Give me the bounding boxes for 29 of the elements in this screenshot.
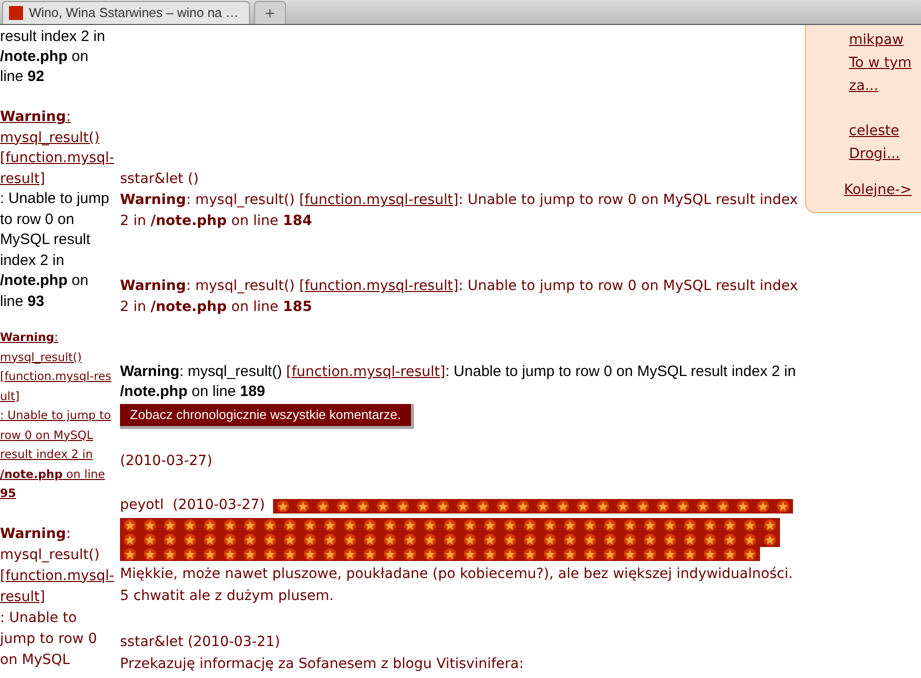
comment-text: Przekazuję informację za Sofanesem z blogu Vitisvinifera: (120, 655, 525, 674)
php-warning-message: Warning: mysql_result() [function.mysql-result] : Unable to jump to row 0 on MySQL result index 2 in /note.php on line 95 (0, 328, 115, 504)
comment-excerpt-link[interactable]: Drogi... (849, 143, 921, 166)
function-link[interactable]: [function.mysql-result] (0, 566, 115, 608)
comment-author-link[interactable]: celeste (849, 120, 921, 143)
more-comments-link[interactable]: Kolejne-> (844, 180, 921, 201)
function-link[interactable]: [function.mysql-result] (299, 278, 458, 294)
php-warning-message: Warning: mysql_result() [function.mysql-result]: Unable to jump to row 0 on MySQL result index 2 in /note.php on line 184 (120, 191, 799, 231)
all-comments-button[interactable]: Zobacz chronologicznie wszystkie komentarze. (120, 404, 414, 428)
function-link[interactable]: [function.mysql-result] (299, 192, 458, 208)
comment-author: peyotl (2010-03-27) (120, 496, 265, 514)
function-link[interactable]: [function.mysql-result] (286, 364, 446, 380)
php-warning-message: Warning: mysql_result() [function.mysql-result] : Unable to jump to row 0 on MySQL (0, 524, 115, 670)
comment-author: sstar&let (2010-03-21) (120, 633, 282, 652)
php-warning-message: Warning: mysql_result() [function.mysql-result]: Unable to jump to row 0 on MySQL result index 2 in /note.php on line 189 (120, 362, 797, 402)
comment-excerpt-link[interactable]: To w tym (849, 52, 921, 75)
comment-excerpt-link[interactable]: za... (849, 75, 921, 98)
php-warning-message: Warning: mysql_result() [function.mysql-result] : Unable to jump to row 0 on MySQL result index 2 in /note.php on line 93 (0, 108, 115, 312)
function-link[interactable]: [function.mysql-result] (0, 367, 115, 406)
site-icon (9, 6, 23, 20)
php-warning-message: result index 2 in /note.php on line 92 (0, 27, 106, 87)
browser-tab[interactable]: Wino, Wina Sstarwines – wino na … (2, 1, 250, 24)
comment-author: sstar&let () (120, 170, 200, 189)
comment-text: Miękkie, może nawet pluszowe, poukładane (po kobiecemu?), ale bez większej indywidualności. 5 chwatit ale z dużym plusem. (120, 565, 794, 606)
new-tab-button[interactable]: + (254, 1, 286, 24)
comment-date: (2010-03-27) (120, 452, 214, 470)
comment-author-link[interactable]: mikpaw (849, 29, 921, 52)
function-link[interactable]: [function.mysql-result] (0, 148, 115, 189)
php-warning-message: Warning: mysql_result() [function.mysql-result]: Unable to jump to row 0 on MySQL result index 2 in /note.php on line 185 (120, 277, 799, 317)
